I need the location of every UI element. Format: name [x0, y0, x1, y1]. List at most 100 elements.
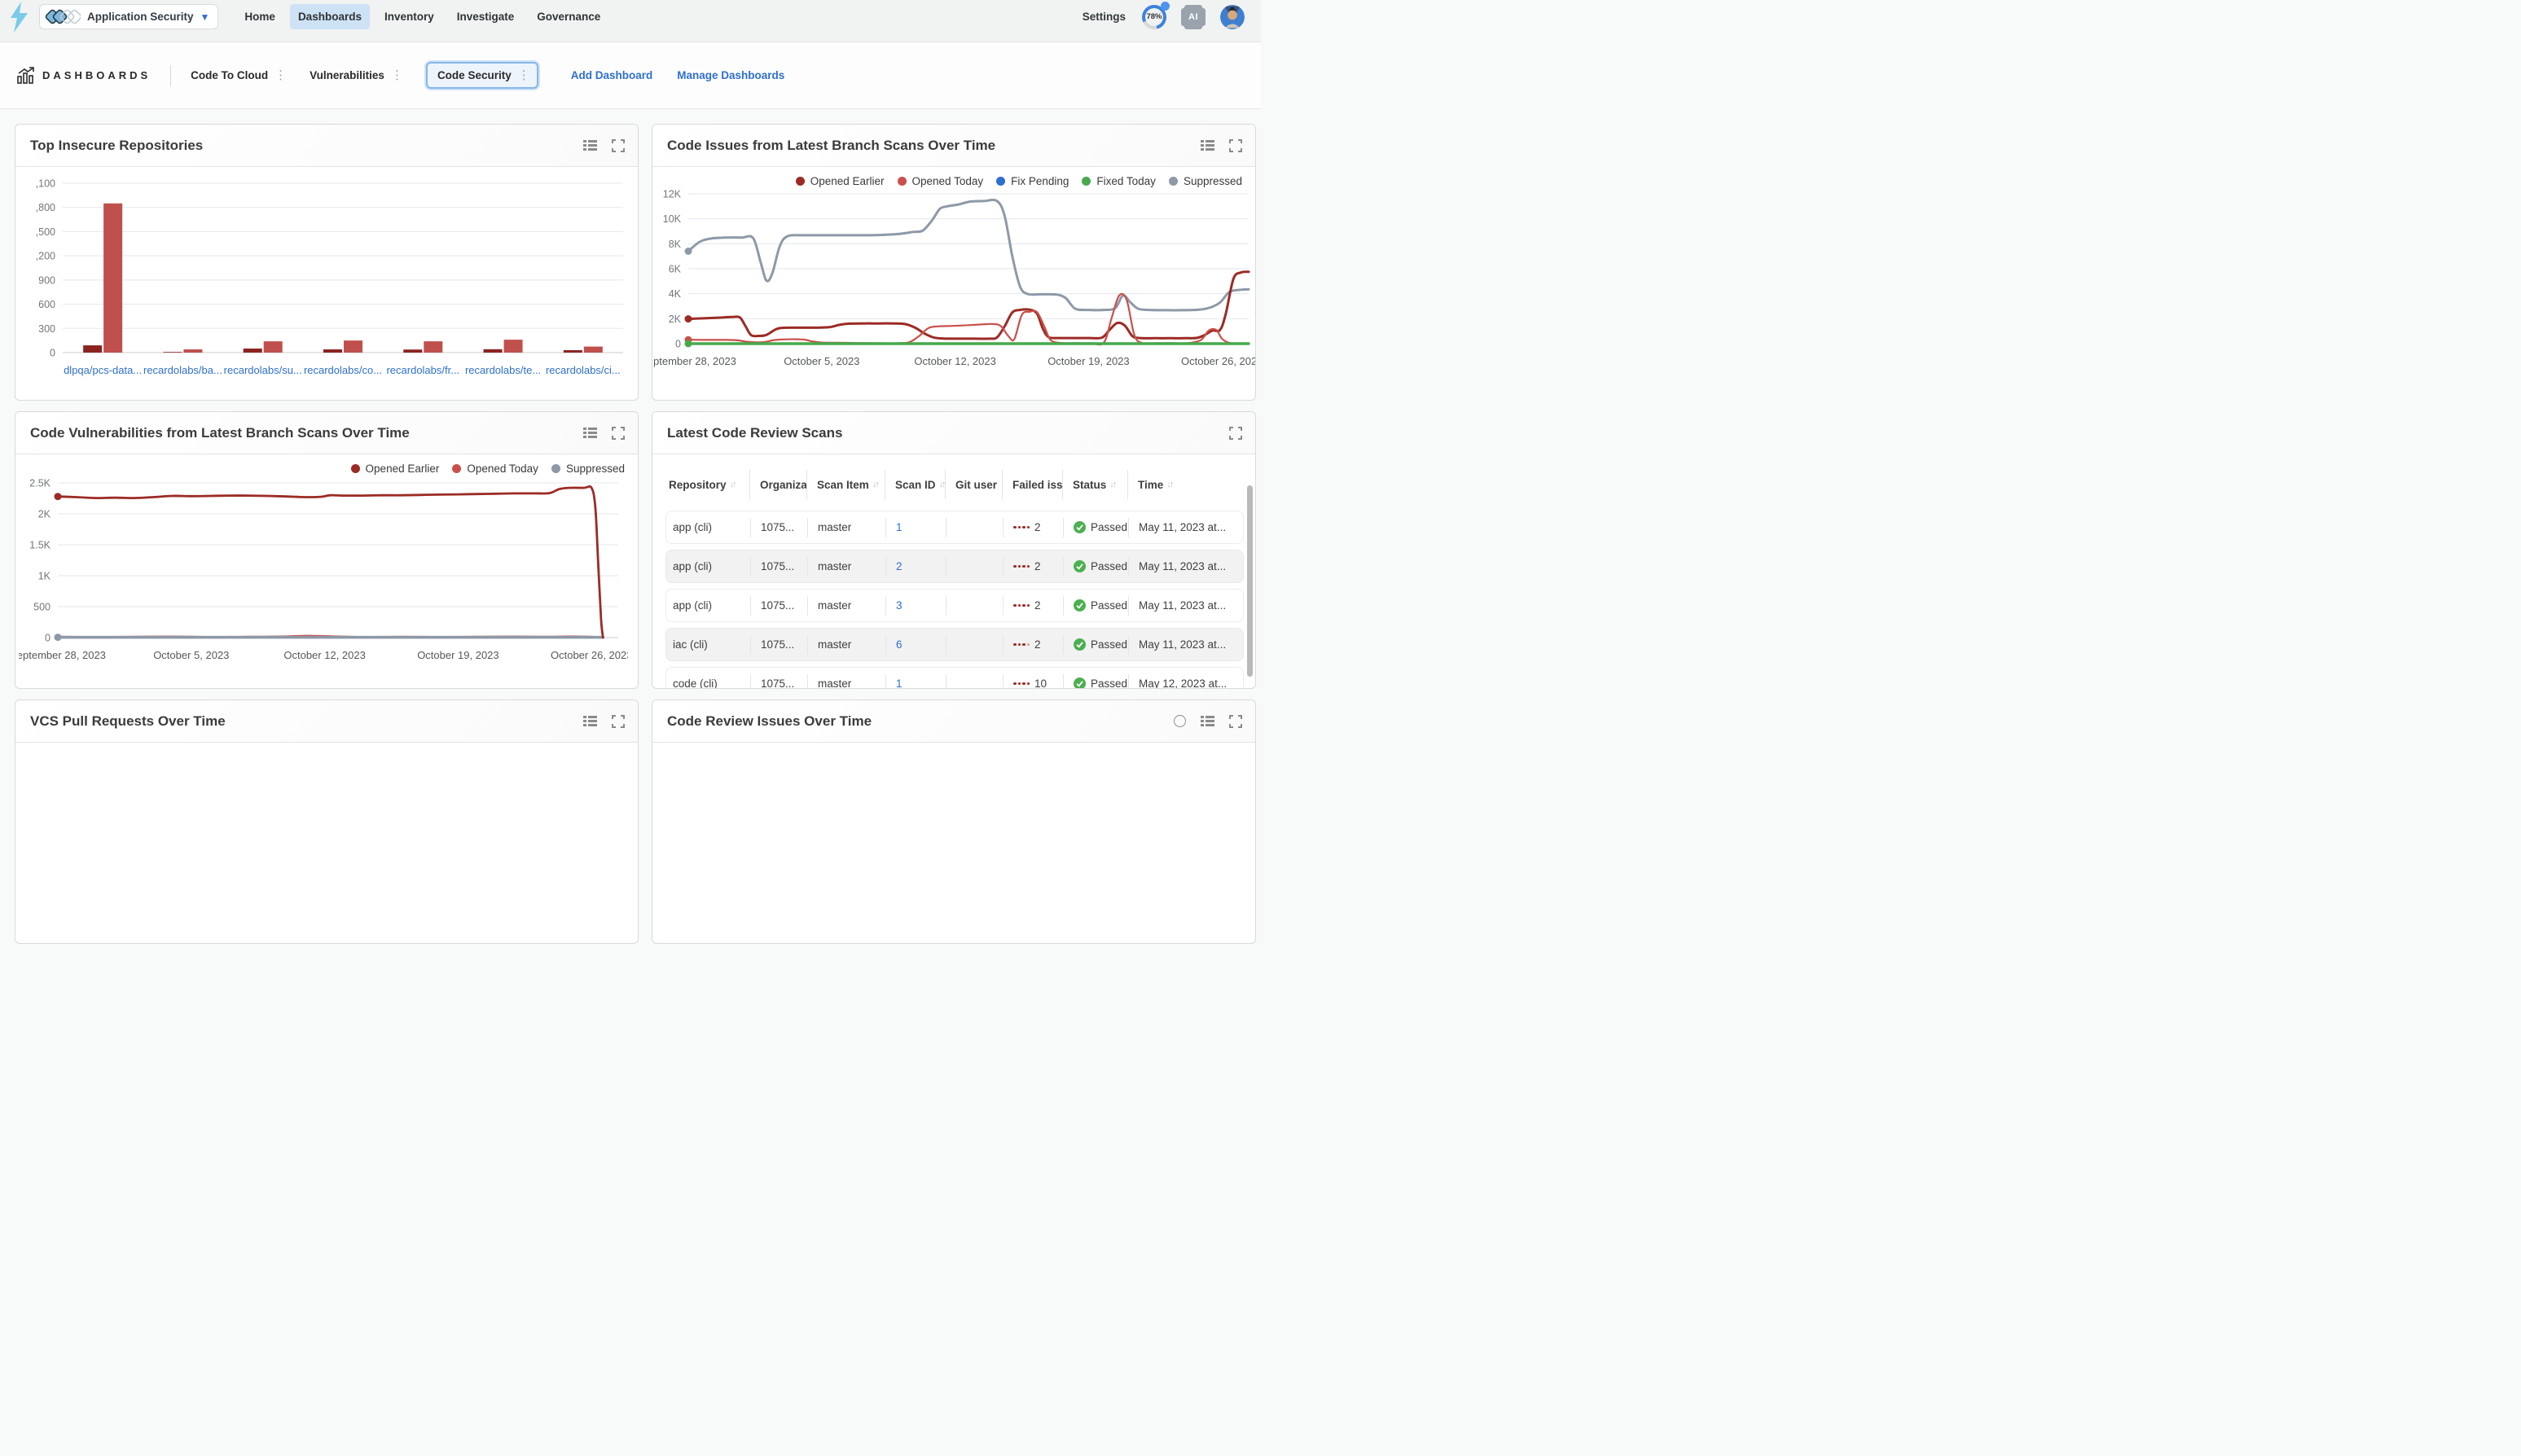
column-header-scan-id[interactable]: Scan ID↓↑: [885, 470, 946, 499]
legend-dot: [351, 464, 360, 473]
table-header-row: Repository↓↑ Organizat Scan Item↓↑ Scan …: [665, 470, 1244, 499]
usage-ring-badge[interactable]: 78%: [1142, 5, 1166, 29]
svg-text:dlpqa/pcs-data...: dlpqa/pcs-data...: [64, 364, 142, 376]
nav-item-home[interactable]: Home: [236, 4, 283, 29]
legend-dot: [551, 464, 560, 473]
table-view-icon[interactable]: [583, 427, 597, 439]
svg-text:October 5, 2023: October 5, 2023: [784, 355, 859, 367]
sort-icon[interactable]: ↓↑: [1166, 480, 1172, 489]
nav-item-dashboards[interactable]: Dashboards: [290, 4, 370, 29]
tab-code-to-cloud[interactable]: Code To Cloud ⋮: [191, 69, 288, 81]
nav-item-inventory[interactable]: Inventory: [376, 4, 442, 29]
svg-text:10K: 10K: [663, 213, 682, 225]
table-view-icon[interactable]: [583, 715, 597, 727]
cell-time: May 11, 2023 at...: [1129, 596, 1246, 616]
sort-icon[interactable]: ↓↑: [1109, 480, 1115, 489]
expand-icon[interactable]: [1229, 427, 1242, 440]
cell-time: May 11, 2023 at...: [1129, 518, 1246, 537]
add-dashboard-link[interactable]: Add Dashboard: [571, 69, 653, 81]
cell-scan-id-link[interactable]: 1: [886, 518, 946, 537]
line-chart-code-vulnerabilities[interactable]: 05001K1.5K2K2.5KSeptember 28, 2023Octobe…: [19, 475, 628, 665]
table-scrollbar[interactable]: [1247, 485, 1253, 677]
expand-icon[interactable]: [1229, 715, 1242, 728]
loading-spinner-icon: [1174, 715, 1186, 727]
svg-text:6K: 6K: [669, 264, 682, 275]
sort-icon[interactable]: ↓↑: [872, 480, 878, 489]
cell-status: Passed: [1064, 674, 1129, 690]
table-row[interactable]: app (cli) 1075... master 3 2 Passed May …: [665, 589, 1244, 622]
svg-text:12K: 12K: [663, 189, 682, 200]
expand-icon[interactable]: [612, 427, 625, 440]
card-title: Code Vulnerabilities from Latest Branch …: [30, 425, 410, 441]
legend-item[interactable]: Opened Today: [898, 175, 984, 187]
svg-text:4K: 4K: [669, 288, 682, 300]
table-row[interactable]: code (cli) 1075... master 1 10 Passed Ma…: [665, 667, 1244, 689]
nav-item-governance[interactable]: Governance: [529, 4, 608, 29]
expand-icon[interactable]: [1229, 139, 1242, 152]
bar-chart-top-insecure[interactable]: ,100,800,500,2009006003000dlpqa/pcs-data…: [22, 170, 631, 390]
cell-git-user: [946, 557, 1004, 577]
table-row[interactable]: iac (cli) 1075... master 6 2 Passed May …: [665, 628, 1244, 661]
cell-organization: 1075...: [751, 674, 808, 690]
prisma-cloud-logo: [8, 1, 33, 33]
svg-text:8K: 8K: [669, 239, 682, 250]
settings-link[interactable]: Settings: [1083, 11, 1126, 23]
severity-dots-icon: [1013, 643, 1030, 647]
table-row[interactable]: app (cli) 1075... master 1 2 Passed May …: [665, 511, 1244, 544]
column-header-scan-item[interactable]: Scan Item↓↑: [807, 470, 885, 499]
ai-assistant-icon[interactable]: AI: [1183, 7, 1204, 28]
cell-failed-issues: 2: [1004, 596, 1064, 616]
legend-item[interactable]: Opened Earlier: [351, 463, 440, 475]
card-code-vulnerabilities-over-time: Code Vulnerabilities from Latest Branch …: [15, 411, 639, 689]
legend-item[interactable]: Opened Earlier: [796, 175, 885, 187]
column-header-repository[interactable]: Repository↓↑: [665, 470, 750, 499]
severity-dots-icon: [1013, 526, 1030, 529]
manage-dashboards-link[interactable]: Manage Dashboards: [677, 69, 784, 81]
expand-icon[interactable]: [612, 715, 625, 728]
svg-text:0: 0: [675, 339, 681, 350]
card-vcs-pull-requests: VCS Pull Requests Over Time: [15, 699, 639, 944]
legend-item[interactable]: Fixed Today: [1082, 175, 1156, 187]
column-header-failed-issues[interactable]: Failed issu: [1003, 470, 1063, 499]
cell-scan-item: master: [808, 674, 886, 690]
dashboards-chart-icon: [16, 67, 34, 85]
tab-vulnerabilities[interactable]: Vulnerabilities ⋮: [310, 69, 405, 81]
legend-item[interactable]: Suppressed: [1169, 175, 1242, 187]
table-view-icon[interactable]: [583, 139, 597, 151]
legend-dot: [796, 177, 805, 186]
column-header-time[interactable]: Time↓↑: [1128, 470, 1245, 499]
column-header-git-user[interactable]: Git user↓: [946, 470, 1003, 499]
line-chart-code-issues[interactable]: 02K4K6K8K10K12KSeptember 28, 2023October…: [654, 187, 1255, 371]
cell-repository: app (cli): [666, 518, 751, 537]
kebab-menu-icon[interactable]: ⋮: [389, 69, 405, 81]
cell-organization: 1075...: [751, 557, 808, 577]
cell-scan-id-link[interactable]: 2: [886, 557, 946, 577]
app-selector-dropdown[interactable]: Application Security ▼: [39, 4, 218, 29]
table-view-icon[interactable]: [1201, 715, 1214, 727]
table-row[interactable]: app (cli) 1075... master 2 2 Passed May …: [665, 550, 1244, 583]
svg-text:1K: 1K: [38, 571, 51, 582]
legend-item[interactable]: Suppressed: [551, 463, 625, 475]
sort-icon[interactable]: ↓↑: [939, 480, 945, 489]
card-top-insecure-repositories: Top Insecure Repositories ,100,800,500,2…: [15, 124, 639, 401]
user-avatar[interactable]: [1220, 5, 1245, 29]
tab-code-security[interactable]: Code Security ⋮: [426, 62, 538, 89]
svg-text:2K: 2K: [38, 509, 51, 520]
svg-text:500: 500: [33, 602, 51, 613]
column-header-organization[interactable]: Organizat: [750, 470, 807, 499]
cell-scan-id-link[interactable]: 6: [886, 635, 946, 655]
app-selector-label: Application Security: [87, 11, 194, 23]
cell-scan-id-link[interactable]: 3: [886, 596, 946, 616]
cell-scan-id-link[interactable]: 1: [886, 674, 946, 690]
legend-item[interactable]: Opened Today: [452, 463, 538, 475]
sort-icon[interactable]: ↓↑: [730, 480, 736, 489]
nav-item-investigate[interactable]: Investigate: [449, 4, 523, 29]
expand-icon[interactable]: [612, 139, 625, 152]
kebab-menu-icon[interactable]: ⋮: [516, 69, 532, 81]
column-header-status[interactable]: Status↓↑: [1063, 470, 1128, 499]
kebab-menu-icon[interactable]: ⋮: [273, 69, 288, 81]
notification-dot: [1161, 2, 1170, 11]
cell-organization: 1075...: [751, 635, 808, 655]
table-view-icon[interactable]: [1201, 139, 1214, 151]
legend-item[interactable]: Fix Pending: [996, 175, 1069, 187]
